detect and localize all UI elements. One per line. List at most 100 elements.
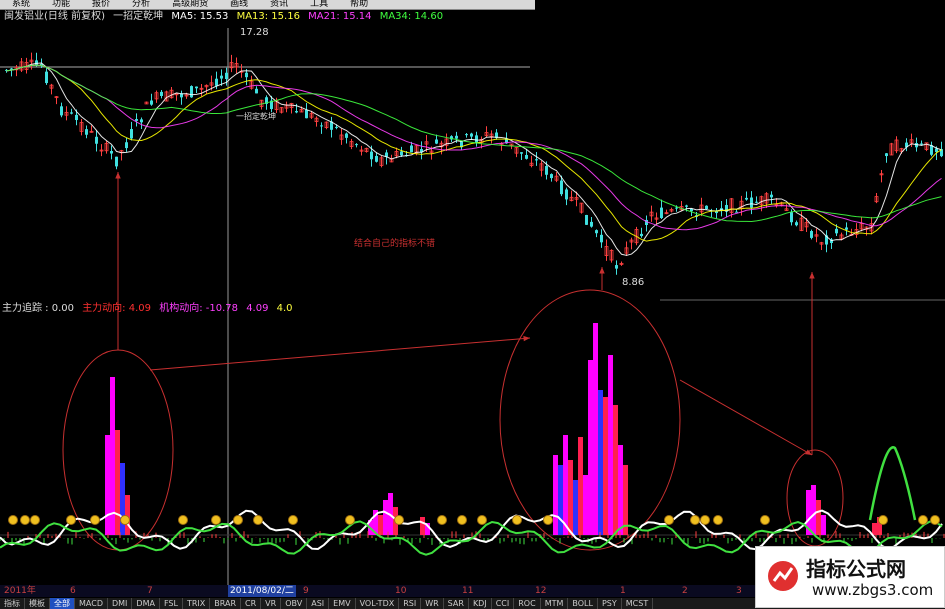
candle-body — [455, 135, 458, 139]
candle-body — [95, 136, 98, 144]
indicator-bar — [105, 435, 110, 535]
candle-body — [565, 189, 568, 200]
link-arrow-2 — [679, 379, 813, 456]
tab-全部[interactable]: 全部 — [50, 598, 75, 609]
candle-body — [305, 109, 308, 119]
high-price-label: 17.28 — [240, 27, 269, 38]
candle-body — [410, 145, 413, 153]
candle-body — [920, 143, 923, 145]
value-2: 4.0 — [276, 303, 293, 314]
coin-icon — [20, 515, 30, 525]
indicator-bar — [816, 500, 821, 535]
signal-arrow-2-head — [599, 267, 605, 274]
candle-body — [935, 148, 938, 153]
low-price-label: 8.86 — [622, 277, 645, 288]
coin-icon — [878, 515, 888, 525]
tab-trix[interactable]: TRIX — [183, 598, 211, 609]
tab-asi[interactable]: ASI — [307, 598, 330, 609]
tab-sar[interactable]: SAR — [444, 598, 469, 609]
candle-body — [545, 166, 548, 175]
tab-指标[interactable]: 指标 — [0, 598, 25, 609]
tab-psy[interactable]: PSY — [598, 598, 622, 609]
tab-roc[interactable]: ROC — [514, 598, 541, 609]
logo-icon — [768, 561, 798, 591]
candle-body — [475, 135, 478, 143]
indicator-bar — [608, 355, 613, 535]
coin-icon — [253, 515, 263, 525]
indicator-bar — [578, 437, 583, 535]
tab-cr[interactable]: CR — [241, 598, 262, 609]
tab-模板[interactable]: 模板 — [25, 598, 50, 609]
tab-dmi[interactable]: DMI — [108, 598, 133, 609]
date-tick: 7 — [147, 586, 153, 596]
coin-icon — [345, 515, 355, 525]
candle-body — [355, 144, 358, 146]
candle-body — [560, 180, 563, 195]
indicator-bar — [872, 523, 877, 535]
coin-icon — [437, 515, 447, 525]
indicator-bar — [603, 397, 608, 535]
candle-body — [140, 119, 143, 123]
candle-body — [60, 106, 63, 116]
coin-icon — [690, 515, 700, 525]
tab-cci[interactable]: CCI — [492, 598, 515, 609]
tab-fsl[interactable]: FSL — [160, 598, 183, 609]
candle-body — [590, 221, 593, 227]
candle-body — [470, 133, 473, 137]
candle-body — [585, 214, 588, 225]
tab-vr[interactable]: VR — [261, 598, 282, 609]
tab-brar[interactable]: BRAR — [210, 598, 242, 609]
candle-body — [10, 68, 13, 70]
tab-vol-tdx[interactable]: VOL-TDX — [356, 598, 400, 609]
coin-icon — [211, 515, 221, 525]
ma13-value: MA13: 15.16 — [236, 11, 300, 22]
tab-wr[interactable]: WR — [421, 598, 444, 609]
candle-body — [345, 133, 348, 138]
candle-body — [135, 119, 138, 121]
coin-icon — [713, 515, 723, 525]
tab-rsi[interactable]: RSI — [399, 598, 422, 609]
signal-note-label: 一招定乾坤 — [236, 112, 276, 121]
coin-icon — [394, 515, 404, 525]
candle-body — [520, 152, 523, 154]
ma21-line — [6, 64, 942, 231]
date-tick: 2 — [682, 586, 688, 596]
indicator-bar — [383, 500, 388, 535]
tab-emv[interactable]: EMV — [329, 598, 356, 609]
coin-icon — [90, 515, 100, 525]
candle-body — [85, 129, 88, 135]
candle-body — [215, 78, 218, 86]
candle-body — [195, 86, 198, 89]
cursor-date-label: 2011/08/02/二 — [228, 585, 296, 597]
signal-arrow-3-head — [809, 272, 815, 279]
indicator-bar — [558, 465, 563, 535]
candle-body — [750, 197, 753, 208]
candle-body — [45, 71, 48, 84]
tab-dma[interactable]: DMA — [132, 598, 160, 609]
candle-body — [35, 60, 38, 65]
top-info-bar: 闽发铝业(日线 前复权) 一招定乾坤 MA5: 15.53 MA13: 15.1… — [4, 11, 448, 23]
tab-obv[interactable]: OBV — [281, 598, 308, 609]
watermark-line2: www.zbgs3.com — [812, 581, 934, 599]
tab-kdj[interactable]: KDJ — [469, 598, 492, 609]
jigou-value: 机构动向: -10.78 — [159, 303, 238, 314]
candle-body — [225, 72, 228, 80]
sub-info-bar: 主力追踪 : 0.00 主力动向: 4.09 机构动向: -10.78 4.09… — [2, 303, 298, 315]
candle-body — [375, 155, 378, 162]
candle-body — [790, 212, 793, 223]
tab-mcst[interactable]: MCST — [622, 598, 654, 609]
candle-body — [675, 207, 678, 209]
tab-mtm[interactable]: MTM — [541, 598, 569, 609]
tab-macd[interactable]: MACD — [75, 598, 108, 609]
candle-body — [465, 134, 468, 136]
candle-body — [795, 222, 798, 226]
tab-boll[interactable]: BOLL — [568, 598, 598, 609]
sub-indicator-name: 主力追踪 : 0.00 — [2, 303, 74, 314]
candle-body — [435, 139, 438, 144]
candle-body — [735, 211, 738, 213]
candle-body — [685, 205, 688, 207]
indicator-bar — [623, 465, 628, 535]
coin-icon — [700, 515, 710, 525]
coin-icon — [760, 515, 770, 525]
candle-body — [535, 159, 538, 161]
